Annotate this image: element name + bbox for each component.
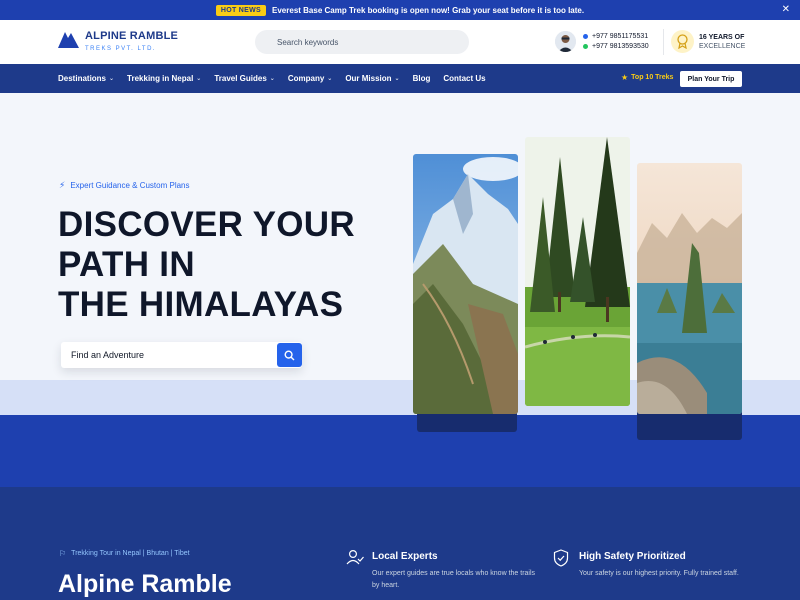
experience-badge: 16 YEARS OF EXCELLENCE (671, 30, 745, 53)
experience-label: EXCELLENCE (699, 42, 746, 50)
search-input[interactable]: Search keywords (255, 30, 469, 54)
close-icon[interactable]: ✕ (782, 4, 790, 16)
search-placeholder: Search keywords (277, 37, 339, 47)
star-icon: ★ (621, 73, 629, 82)
chevron-down-icon: ⌄ (327, 76, 333, 82)
intro-brand-title: Alpine Ramble (58, 570, 232, 598)
chevron-down-icon: ⌄ (269, 76, 275, 82)
experience-years: 16 YEARS OF (699, 33, 745, 41)
flag-icon: ⚐ (59, 549, 67, 558)
announcement-message[interactable]: Everest Base Camp Trek booking is open n… (272, 6, 584, 15)
phone-icon (583, 34, 588, 39)
nav-item-our-mission[interactable]: Our Mission ⌄ (345, 74, 399, 83)
plan-your-trip-button[interactable]: Plan Your Trip (680, 71, 742, 87)
chevron-down-icon: ⌄ (196, 76, 202, 82)
phone-number-2[interactable]: +977 9813593530 (583, 42, 649, 52)
top-treks-link[interactable]: ★ Top 10 Treks (621, 73, 673, 82)
mountain-photo[interactable] (413, 154, 518, 414)
chevron-down-icon: ⌄ (109, 76, 115, 82)
coastal-photo[interactable] (637, 163, 742, 414)
search-button[interactable] (277, 343, 302, 367)
feature-title: High Safety Prioritized (579, 551, 686, 562)
brand-name: ALPINE RAMBLE (85, 30, 179, 42)
hot-news-badge: HOT NEWS (215, 4, 267, 16)
announcement-bar: HOT NEWS Everest Base Camp Trek booking … (0, 0, 800, 20)
nav-item-trekking-in-nepal[interactable]: Trekking in Nepal ⌄ (127, 74, 201, 83)
header-divider (663, 29, 664, 55)
award-icon (671, 30, 694, 53)
adventure-search-box[interactable]: Find an Adventure (61, 342, 302, 368)
main-nav: Destinations ⌄ Trekking in Nepal ⌄ Travel … (0, 64, 800, 93)
mountain-logo-icon (58, 32, 79, 48)
shield-check-icon (553, 549, 569, 567)
feature-description: Our expert guides are true locals who kn… (372, 570, 536, 589)
nav-item-company[interactable]: Company ⌄ (288, 74, 332, 83)
whatsapp-icon (583, 44, 588, 49)
nav-item-contact-us[interactable]: Contact Us (443, 74, 485, 83)
feature-description: Your safety is our highest priority. Ful… (579, 570, 739, 577)
hero-eyebrow: ⚡ Expert Guidance & Custom Plans (59, 180, 190, 190)
tour-tagline: ⚐ Trekking Tour in Nepal | Bhutan | Tibe… (59, 549, 190, 558)
phone-number-1[interactable]: +977 9851175531 (583, 32, 649, 42)
site-header: ALPINE RAMBLE TREKS PVT. LTD. Search key… (0, 20, 800, 64)
avatar (555, 31, 576, 52)
adventure-search-input[interactable]: Find an Adventure (71, 350, 144, 360)
park-photo[interactable] (525, 137, 630, 406)
nav-item-travel-guides[interactable]: Travel Guides ⌄ (214, 74, 275, 83)
feature-title: Local Experts (372, 551, 438, 562)
contact-phones: +977 9851175531 +977 9813593530 (555, 31, 649, 52)
brand-subtitle: TREKS PVT. LTD. (85, 46, 157, 52)
bolt-icon: ⚡ (59, 180, 66, 190)
user-check-icon (346, 549, 364, 565)
hero-headline: DISCOVER YOUR PATH IN THE HIMALAYAS (58, 205, 355, 324)
search-icon (284, 349, 295, 360)
nav-item-blog[interactable]: Blog (413, 74, 431, 83)
brand-logo[interactable]: ALPINE RAMBLE TREKS PVT. LTD. (58, 30, 178, 52)
chevron-down-icon: ⌄ (394, 76, 400, 82)
nav-item-destinations[interactable]: Destinations ⌄ (58, 74, 114, 83)
